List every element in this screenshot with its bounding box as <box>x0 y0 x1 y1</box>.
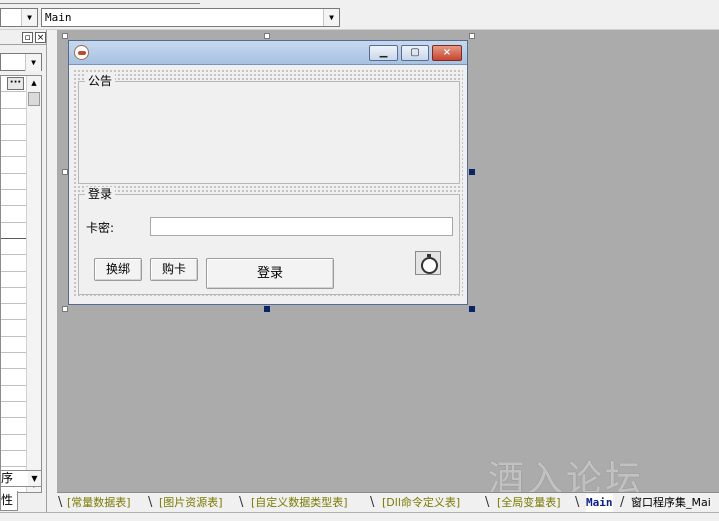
resize-handle[interactable] <box>469 169 475 175</box>
minimize-icon[interactable]: ▁ <box>369 45 398 61</box>
status-bar <box>0 512 719 521</box>
toolbar: ▼ Main ▼ <box>0 0 719 30</box>
scroll-thumb[interactable] <box>28 92 40 106</box>
component-combo[interactable]: ▼ <box>0 53 42 71</box>
tab-images[interactable]: [图片资源表] <box>159 494 223 512</box>
method-combo[interactable]: Main ▼ <box>41 8 340 27</box>
chevron-down-icon[interactable]: ▼ <box>28 471 41 486</box>
tab-constants[interactable]: [常量数据表] <box>67 494 131 512</box>
notice-groupbox: 公告 <box>78 74 460 184</box>
ellipsis-button[interactable]: ··· <box>7 77 24 90</box>
form-client-area: 公告 登录 卡密: 换绑 购卡 登录 <box>73 69 463 298</box>
notice-group-label: 公告 <box>85 74 116 88</box>
tab-dll-commands[interactable]: [Dll命令定义表] <box>382 494 460 512</box>
login-button[interactable]: 登录 <box>206 258 334 289</box>
resize-handle[interactable] <box>62 306 68 312</box>
resize-handle[interactable] <box>469 306 475 312</box>
timer-icon <box>415 251 441 275</box>
chevron-down-icon[interactable]: ▼ <box>25 54 41 71</box>
property-scrollbar[interactable]: ▲ ▼ <box>26 76 41 492</box>
chevron-down-icon[interactable]: ▼ <box>323 9 339 26</box>
property-panel: ▫ × ▼ ▲ ▼ ··· 序 ▼ 性 <box>0 30 47 512</box>
sort-label: 序 <box>1 471 14 485</box>
pin-icon[interactable]: ▫ <box>22 32 33 43</box>
login-groupbox: 登录 卡密: 换绑 购卡 登录 <box>78 187 460 295</box>
code-tab-strip: \ [常量数据表] \ [图片资源表] \ [自定义数据类型表] \ [Dll命… <box>57 492 719 512</box>
form-titlebar[interactable]: ▁ ▢ × <box>69 41 467 65</box>
sort-combo[interactable]: 序 ▼ <box>0 470 42 487</box>
tab-custom-types[interactable]: [自定义数据类型表] <box>251 494 348 512</box>
app-logo-icon <box>74 45 89 60</box>
property-panel-caption: ▫ × <box>0 31 47 45</box>
method-combo-value: Main <box>45 11 72 24</box>
login-group-label: 登录 <box>85 187 116 201</box>
card-key-label: 卡密: <box>86 221 115 235</box>
maximize-icon[interactable]: ▢ <box>401 45 429 61</box>
scroll-up-icon[interactable]: ▲ <box>27 76 41 90</box>
tab-main[interactable]: Main <box>586 494 613 512</box>
chevron-down-icon[interactable]: ▼ <box>21 9 37 26</box>
tab-property[interactable]: 性 <box>0 491 18 511</box>
resize-handle[interactable] <box>264 33 270 39</box>
resize-handle[interactable] <box>469 33 475 39</box>
rebind-button[interactable]: 换绑 <box>94 258 142 281</box>
close-icon[interactable]: × <box>35 32 46 43</box>
resize-handle[interactable] <box>264 306 270 312</box>
property-grid[interactable]: ▲ ▼ <box>0 75 42 493</box>
toolbar-icons-row <box>0 0 200 4</box>
designed-form-window[interactable]: ▁ ▢ × 公告 登录 卡密: 换绑 购卡 登录 <box>68 40 468 305</box>
buy-card-button[interactable]: 购卡 <box>150 258 198 281</box>
tab-global-vars[interactable]: [全局变量表] <box>497 494 561 512</box>
close-icon[interactable]: × <box>432 45 462 61</box>
tab-window-assembly[interactable]: 窗口程序集_Mai <box>631 494 711 512</box>
card-key-input[interactable] <box>150 217 453 236</box>
object-combo[interactable]: ▼ <box>0 8 38 27</box>
resize-handle[interactable] <box>62 33 68 39</box>
